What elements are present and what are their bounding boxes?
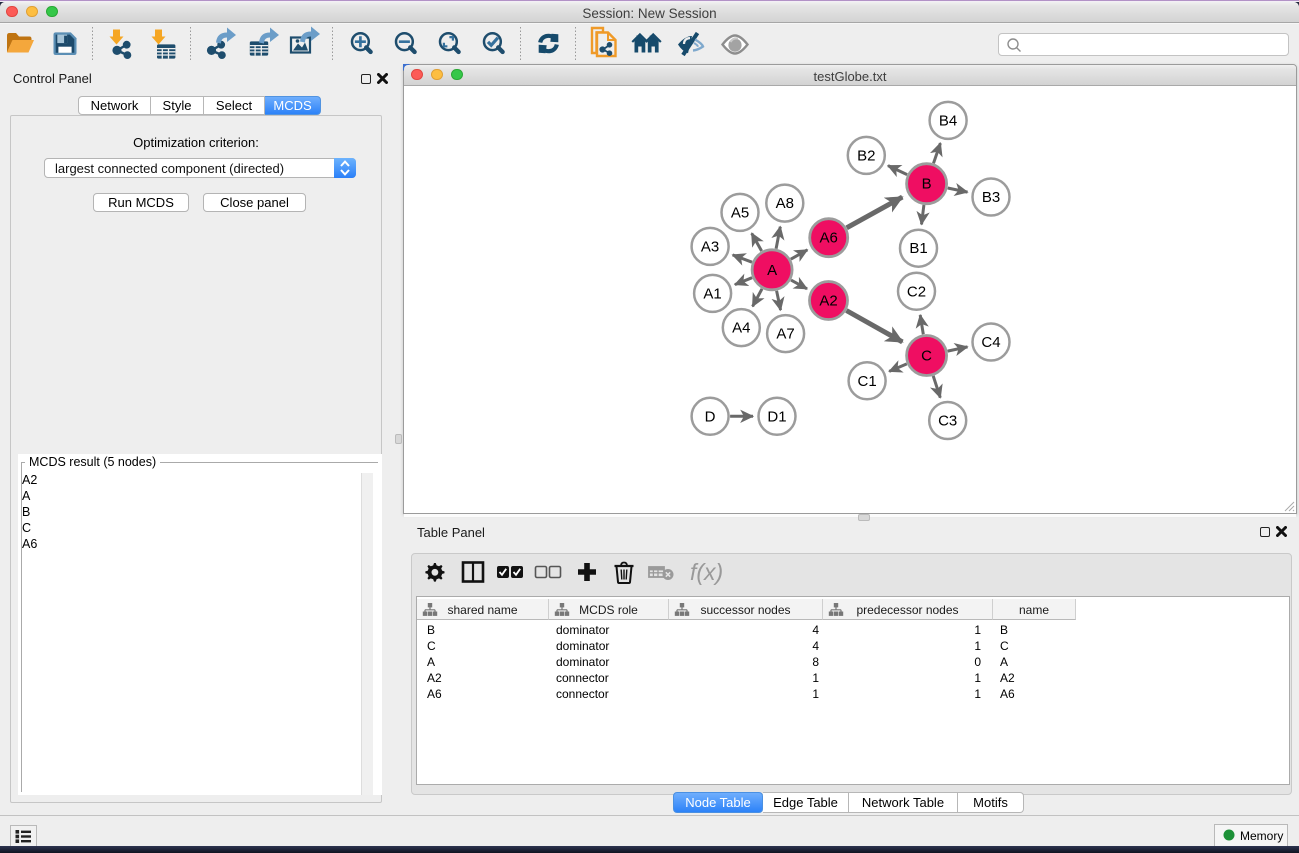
svg-text:A7: A7: [776, 326, 794, 343]
svg-text:A3: A3: [701, 238, 719, 255]
svg-text:A2: A2: [819, 293, 837, 310]
svg-text:B2: B2: [857, 147, 875, 164]
svg-text:D1: D1: [767, 408, 786, 425]
svg-text:A: A: [767, 262, 777, 279]
svg-text:C1: C1: [858, 373, 877, 390]
svg-text:A4: A4: [732, 320, 750, 337]
svg-text:f(x): f(x): [690, 559, 723, 585]
svg-text:A6: A6: [820, 230, 838, 247]
svg-text:B4: B4: [939, 112, 957, 129]
svg-text:C2: C2: [907, 283, 926, 300]
svg-text:B1: B1: [909, 240, 927, 257]
svg-text:A5: A5: [731, 204, 749, 221]
svg-text:B3: B3: [982, 189, 1000, 206]
svg-text:C4: C4: [981, 334, 1000, 351]
svg-text:A8: A8: [776, 195, 794, 212]
svg-text:C: C: [921, 348, 932, 365]
svg-text:A1: A1: [703, 285, 721, 302]
svg-text:B: B: [922, 176, 932, 193]
svg-text:D: D: [705, 408, 716, 425]
svg-text:C3: C3: [938, 413, 957, 430]
